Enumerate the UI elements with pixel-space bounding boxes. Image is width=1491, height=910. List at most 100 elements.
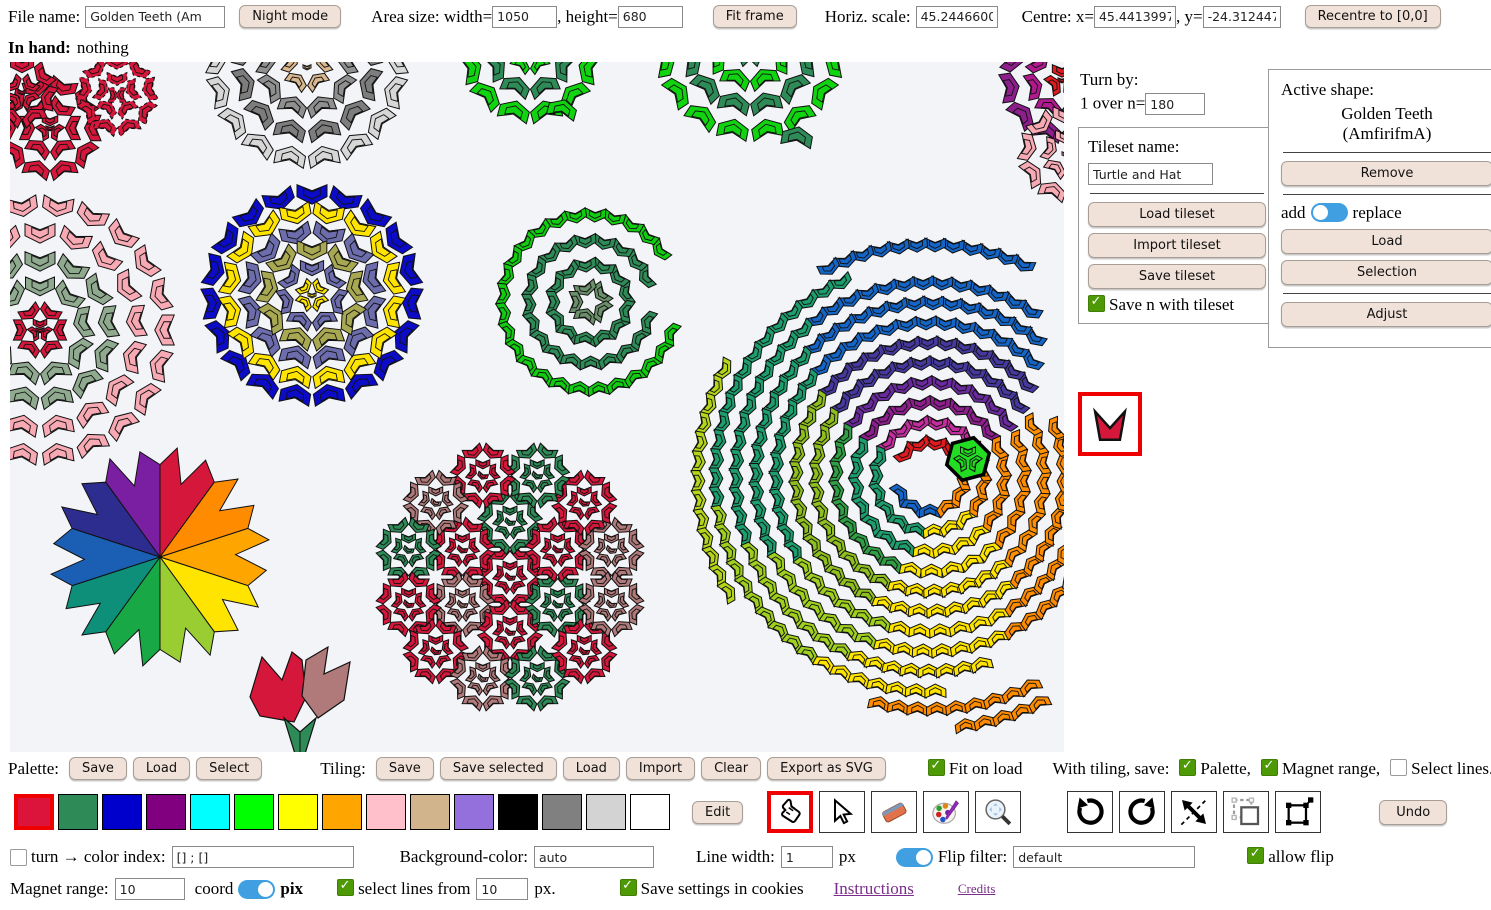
flip-filter-toggle[interactable]	[896, 848, 933, 867]
rotate-ccw-icon	[1074, 796, 1106, 828]
night-mode-button[interactable]: Night mode	[239, 5, 341, 28]
palette-swatch-2[interactable]	[102, 794, 142, 830]
copy-selection-tool-button[interactable]	[1223, 791, 1269, 833]
hand-tool-button[interactable]	[767, 791, 813, 833]
import-tileset-button[interactable]: Import tileset	[1088, 233, 1266, 258]
palette-swatch-0[interactable]	[14, 794, 54, 830]
palette-swatch-14[interactable]	[630, 794, 670, 830]
eraser-tool-button[interactable]	[871, 791, 917, 833]
palette-swatch-1[interactable]	[58, 794, 98, 830]
flip-filter-label: Flip filter:	[938, 847, 1007, 867]
file-name-input[interactable]	[85, 6, 225, 28]
tileset-panel: Tileset name: Load tileset Import tilese…	[1078, 127, 1276, 324]
credits-link[interactable]: Credits	[958, 881, 996, 897]
palette-swatch-13[interactable]	[586, 794, 626, 830]
palette-swatches	[14, 794, 674, 830]
tiling-save-button[interactable]: Save	[376, 757, 434, 780]
magnet-range-input[interactable]	[115, 878, 185, 900]
eraser-icon	[879, 797, 909, 827]
active-shape-preview[interactable]	[1078, 392, 1142, 456]
area-size-label: Area size: width=	[371, 7, 492, 27]
palette-swatch-10[interactable]	[454, 794, 494, 830]
export-svg-button[interactable]: Export as SVG	[767, 757, 886, 780]
rotate-ccw-tool-button[interactable]	[1067, 791, 1113, 833]
fit-frame-button[interactable]: Fit frame	[713, 5, 797, 28]
recentre-button[interactable]: Recentre to [0,0]	[1305, 5, 1441, 28]
in-hand-label: In hand:	[8, 38, 71, 58]
tiling-save-selected-button[interactable]: Save selected	[440, 757, 557, 780]
allow-flip-label: allow flip	[1268, 847, 1334, 866]
save-palette-label: Palette,	[1200, 759, 1251, 778]
select-lines-input[interactable]	[476, 878, 528, 900]
horiz-scale-input[interactable]	[916, 6, 998, 28]
magnet-row: Magnet range: coord pix select lines fro…	[10, 878, 995, 900]
area-height-input[interactable]	[618, 6, 683, 28]
palette-swatch-8[interactable]	[366, 794, 406, 830]
fit-on-load-checkbox[interactable]	[928, 759, 945, 776]
swatch-tools-row: Edit	[14, 791, 1447, 833]
tiling-clear-button[interactable]: Clear	[701, 757, 761, 780]
transform-selection-icon	[1282, 796, 1314, 828]
edit-palette-button[interactable]: Edit	[692, 801, 743, 824]
load-tileset-button[interactable]: Load tileset	[1088, 202, 1266, 227]
save-tileset-button[interactable]: Save tileset	[1088, 264, 1266, 289]
instructions-link[interactable]: Instructions	[834, 879, 914, 899]
palette-swatch-9[interactable]	[410, 794, 450, 830]
zoom-pan-tool-button[interactable]	[975, 791, 1021, 833]
cookies-checkbox[interactable]	[620, 879, 637, 896]
save-n-label: Save n with tileset	[1109, 295, 1234, 314]
remove-shape-button[interactable]: Remove	[1281, 161, 1491, 186]
adjust-shape-button[interactable]: Adjust	[1281, 302, 1491, 327]
bg-color-input[interactable]	[534, 846, 654, 868]
in-hand-value: nothing	[77, 38, 129, 58]
palette-swatch-7[interactable]	[322, 794, 362, 830]
load-shape-button[interactable]: Load	[1281, 229, 1491, 254]
save-select-lines-checkbox[interactable]	[1390, 759, 1407, 776]
tileset-name-input[interactable]	[1088, 163, 1213, 185]
turn-n-input[interactable]	[1145, 93, 1205, 115]
magnifier-pan-icon	[983, 797, 1013, 827]
turn-color-input[interactable]	[172, 846, 354, 868]
paint-palette-icon	[931, 797, 961, 827]
rotate-cw-tool-button[interactable]	[1119, 791, 1165, 833]
flip-filter-input[interactable]	[1013, 846, 1195, 868]
tiling-canvas[interactable]	[10, 62, 1064, 752]
selection-shape-button[interactable]: Selection	[1281, 260, 1491, 285]
turn-color-checkbox[interactable]	[10, 849, 27, 866]
save-magnet-checkbox[interactable]	[1261, 759, 1278, 776]
tiling-load-button[interactable]: Load	[563, 757, 620, 780]
add-replace-toggle[interactable]	[1311, 203, 1348, 222]
area-width-input[interactable]	[492, 6, 557, 28]
centre-y-input[interactable]	[1203, 6, 1281, 28]
line-width-input[interactable]	[781, 846, 833, 868]
tiling-canvas-svg	[10, 62, 1064, 752]
options-row: turn → color index: Background-color: Li…	[10, 846, 1334, 868]
centre-x-input[interactable]	[1094, 6, 1176, 28]
save-palette-checkbox[interactable]	[1179, 759, 1196, 776]
tileset-name-label: Tileset name:	[1088, 137, 1266, 157]
allow-flip-checkbox[interactable]	[1247, 847, 1264, 864]
palette-swatch-11[interactable]	[498, 794, 538, 830]
coord-pix-toggle[interactable]	[238, 880, 275, 899]
select-lines-checkbox[interactable]	[337, 879, 354, 896]
palette-swatch-6[interactable]	[278, 794, 318, 830]
save-n-checkbox[interactable]	[1088, 295, 1105, 312]
tiling-import-button[interactable]: Import	[626, 757, 695, 780]
flip-diagonal-tool-button[interactable]	[1171, 791, 1217, 833]
palette-select-button[interactable]: Select	[196, 757, 262, 780]
palette-label: Palette:	[8, 759, 59, 779]
palette-swatch-5[interactable]	[234, 794, 274, 830]
palette-swatch-12[interactable]	[542, 794, 582, 830]
magnet-range-label: Magnet range:	[10, 879, 109, 899]
palette-load-button[interactable]: Load	[133, 757, 190, 780]
undo-button[interactable]: Undo	[1379, 800, 1447, 825]
palette-swatch-3[interactable]	[146, 794, 186, 830]
palette-tool-button[interactable]	[923, 791, 969, 833]
select-cursor-tool-button[interactable]	[819, 791, 865, 833]
palette-swatch-4[interactable]	[190, 794, 230, 830]
palette-save-button[interactable]: Save	[69, 757, 127, 780]
save-select-lines-label: Select lines.	[1411, 759, 1491, 778]
pix-label: pix	[280, 879, 303, 899]
hand-icon	[775, 797, 805, 827]
transform-selection-tool-button[interactable]	[1275, 791, 1321, 833]
